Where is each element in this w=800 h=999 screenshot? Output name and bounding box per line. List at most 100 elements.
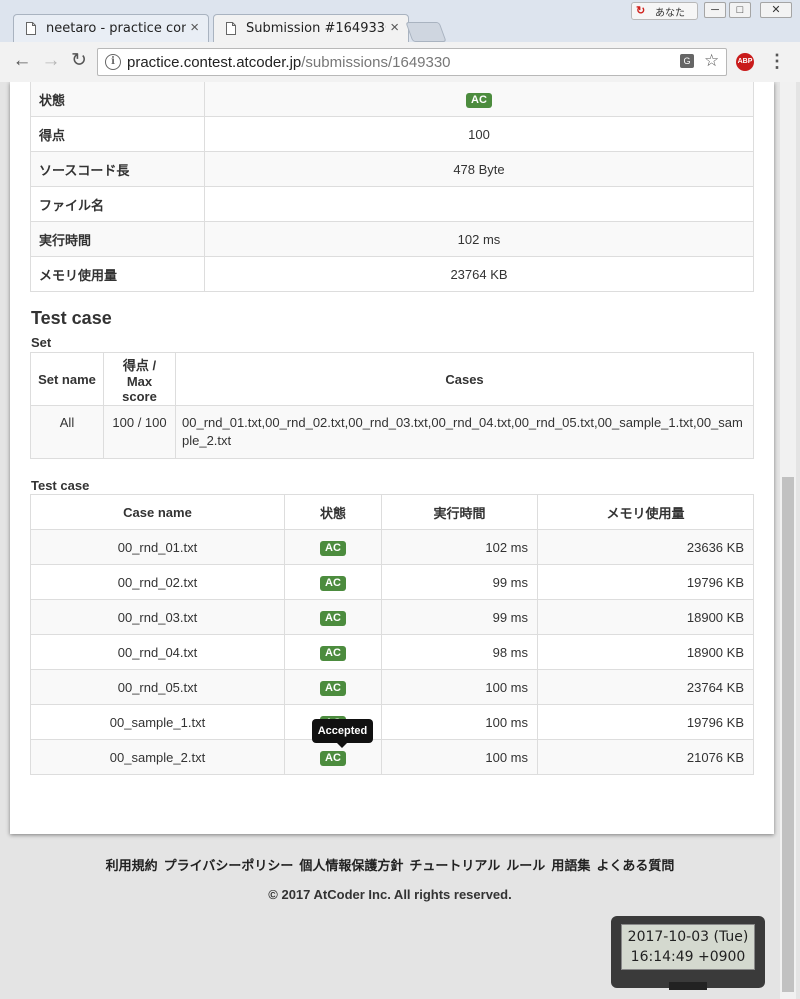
info-row: ソースコード長 478 Byte [30, 151, 754, 187]
case-name-cell: 00_rnd_05.txt [30, 669, 285, 705]
scrollbar-thumb[interactable] [782, 477, 794, 992]
case-memory-cell: 18900 KB [537, 634, 754, 670]
case-name-cell: 00_rnd_01.txt [30, 529, 285, 565]
maximize-button[interactable]: □ [729, 2, 751, 18]
status-badge[interactable]: AC [320, 540, 346, 556]
close-icon[interactable]: × [190, 19, 199, 36]
status-tooltip: Accepted [312, 719, 373, 748]
info-value: 102 ms [204, 221, 754, 257]
profile-name: あなた [655, 8, 685, 19]
new-tab-button[interactable] [405, 22, 447, 42]
case-memory-cell: 18900 KB [537, 599, 754, 635]
footer-link[interactable]: チュートリアル [409, 858, 500, 873]
info-row: 実行時間 102 ms [30, 221, 754, 257]
info-label: ファイル名 [30, 186, 205, 222]
clock-date: 2017-10-03 (Tue) [627, 929, 749, 945]
back-arrow-icon[interactable]: ← [11, 50, 33, 72]
tab-title: neetaro - practice contest [46, 21, 186, 36]
info-value: 478 Byte [204, 151, 754, 187]
translate-icon[interactable]: G [680, 54, 694, 68]
test-case-title: Test case [31, 308, 112, 328]
column-header-set-name: Set name [30, 352, 104, 406]
table-row: 00_rnd_01.txt AC 102 ms 23636 KB [30, 529, 754, 565]
info-label: 実行時間 [30, 221, 205, 257]
info-label: メモリ使用量 [30, 256, 205, 292]
table-row: 00_rnd_03.txt AC 99 ms 18900 KB [30, 599, 754, 635]
page-icon [226, 22, 236, 35]
bookmark-star-icon[interactable]: ☆ [704, 51, 719, 71]
status-badge[interactable]: AC [320, 680, 346, 696]
info-value: 100 [204, 116, 754, 152]
case-name-cell: 00_sample_1.txt [30, 704, 285, 740]
info-value: AC [204, 82, 754, 117]
status-badge[interactable]: AC [320, 610, 346, 626]
case-table: Case name 状態 実行時間 メモリ使用量 00_rnd_01.txt AC… [30, 494, 754, 775]
case-status-cell: AC [284, 599, 382, 635]
forward-arrow-icon[interactable]: → [40, 50, 62, 72]
footer-links: 利用規約 プライバシーポリシー 個人情報保護方針 チュートリアル ルール 用語集 よくある質… [0, 855, 780, 874]
status-badge[interactable]: AC [320, 750, 346, 766]
info-label: 得点 [30, 116, 205, 152]
submission-info-table: 状態 AC 得点 100 ソースコード長 478 Byte ファイル名 実行時間 102 ms メ… [30, 82, 754, 292]
close-icon[interactable]: × [390, 19, 399, 36]
table-row: All 100 / 100 00_rnd_01.txt,00_rnd_02.tx… [30, 405, 754, 459]
footer-link[interactable]: プライバシーポリシー [164, 858, 294, 873]
column-header-cases: Cases [175, 352, 754, 406]
footer-link[interactable]: よくある質問 [596, 858, 674, 873]
minimize-button[interactable]: ─ [704, 2, 726, 18]
info-row: 状態 AC [30, 82, 754, 117]
adblock-icon[interactable]: ABP [736, 53, 754, 71]
status-badge[interactable]: AC [320, 575, 346, 591]
reload-icon[interactable]: ↻ [68, 50, 90, 72]
address-bar[interactable]: i practice.contest.atcoder.jp/submission… [97, 48, 727, 76]
case-memory-cell: 19796 KB [537, 704, 754, 740]
desktop-clock-widget: 2017-10-03 (Tue) 16:14:49 +0900 [611, 916, 765, 990]
case-time-cell: 102 ms [381, 529, 538, 565]
page-icon [26, 22, 36, 35]
footer-link[interactable]: 利用規約 [106, 858, 158, 873]
status-badge[interactable]: AC [320, 645, 346, 661]
set-score-cell: 100 / 100 [103, 405, 176, 459]
info-icon[interactable]: i [105, 54, 121, 70]
set-heading: Set [31, 335, 52, 350]
menu-icon[interactable]: ⋮ [768, 50, 786, 74]
case-memory-cell: 19796 KB [537, 564, 754, 600]
column-header-memory: メモリ使用量 [537, 494, 754, 530]
case-name-cell: 00_rnd_02.txt [30, 564, 285, 600]
column-header-case-name: Case name [30, 494, 285, 530]
case-name-cell: 00_sample_2.txt [30, 739, 285, 775]
footer-link[interactable]: 個人情報保護方針 [299, 858, 403, 873]
close-window-button[interactable]: ✕ [760, 2, 792, 18]
clock-stand [669, 982, 707, 990]
tab-title: Submission #1649330 - Practice [246, 21, 386, 36]
case-memory-cell: 23764 KB [537, 669, 754, 705]
status-badge: AC [466, 92, 492, 108]
case-time-cell: 98 ms [381, 634, 538, 670]
case-name-cell: 00_rnd_03.txt [30, 599, 285, 635]
case-time-cell: 100 ms [381, 669, 538, 705]
footer-link[interactable]: ルール [506, 858, 545, 873]
copyright: © 2017 AtCoder Inc. All rights reserved. [268, 887, 512, 902]
column-header-status: 状態 [284, 494, 382, 530]
footer-link[interactable]: 用語集 [551, 858, 590, 873]
table-row: 00_rnd_05.txt AC 100 ms 23764 KB [30, 669, 754, 705]
tab-submission[interactable]: Submission #1649330 - Practice × [213, 14, 409, 42]
case-status-cell: AC [284, 634, 382, 670]
case-status-cell: AC [284, 529, 382, 565]
case-heading: Test case [31, 478, 90, 493]
clock-display: 2017-10-03 (Tue) 16:14:49 +0900 [621, 924, 755, 970]
page-viewport: 状態 AC 得点 100 ソースコード長 478 Byte ファイル名 実行時間 102 ms メ… [0, 82, 800, 999]
tab-neetaro[interactable]: neetaro - practice contest × [13, 14, 209, 42]
browser-chrome: neetaro - practice contest × Submission … [0, 0, 800, 83]
column-header-score: 得点 / Max score [103, 352, 176, 406]
case-name-cell: 00_rnd_04.txt [30, 634, 285, 670]
case-time-cell: 99 ms [381, 599, 538, 635]
url-text[interactable]: practice.contest.atcoder.jp/submissions/… [127, 54, 451, 71]
case-time-cell: 99 ms [381, 564, 538, 600]
profile-button[interactable]: ↻ あなた [631, 2, 698, 20]
table-row: 00_sample_1.txtAC100 ms19796 KB [30, 704, 754, 740]
clock-time: 16:14:49 +0900 [630, 949, 746, 965]
info-value: 23764 KB [204, 256, 754, 292]
info-row: ファイル名 [30, 186, 754, 222]
scrollbar[interactable] [780, 82, 796, 999]
